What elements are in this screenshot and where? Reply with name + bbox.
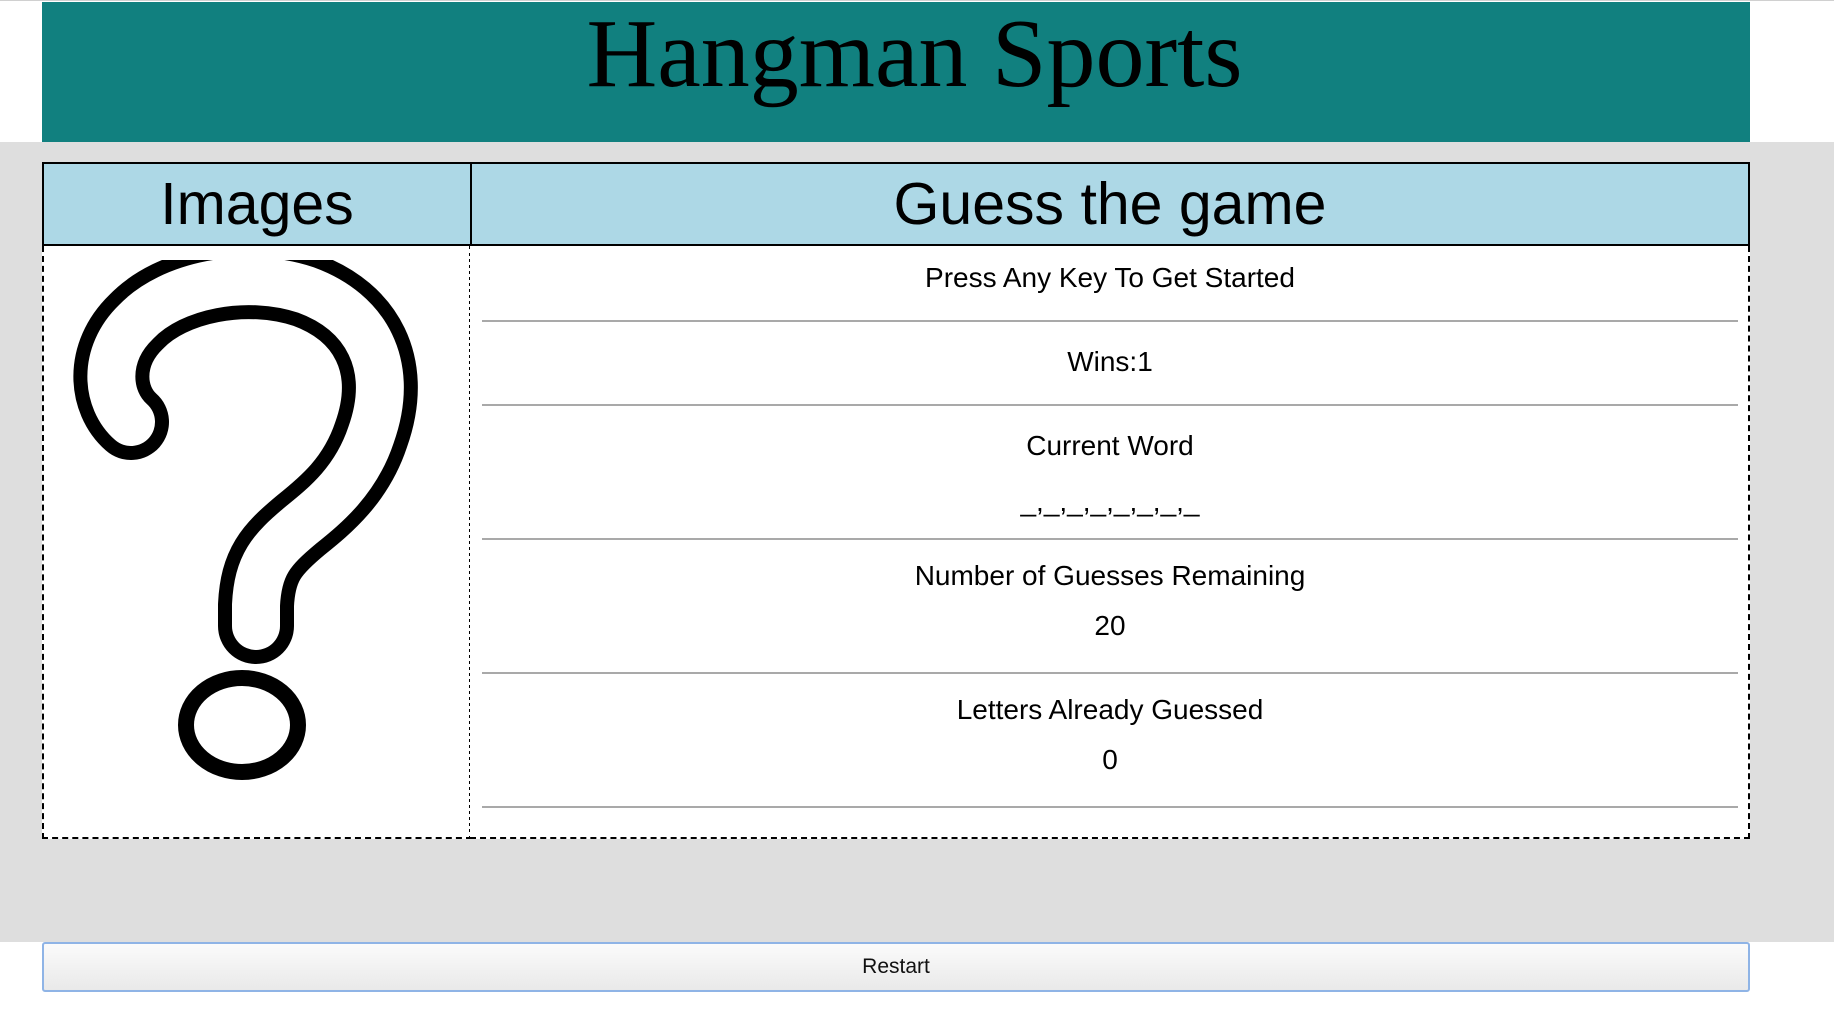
divider — [482, 538, 1738, 540]
divider — [482, 672, 1738, 674]
letters-guessed-label: Letters Already Guessed — [956, 694, 1264, 725]
divider — [482, 404, 1738, 406]
guesses-remaining-label: Number of Guesses Remaining — [914, 560, 1306, 591]
current-word-label: Current Word — [1026, 430, 1194, 461]
current-word-value: _,_,_,_,_,_,_,_ — [1020, 486, 1200, 517]
game-info-panel: Press Any Key To Get Started Wins:1 Curr… — [470, 246, 1750, 839]
images-panel — [42, 246, 472, 839]
page-title: Hangman Sports — [586, 0, 1243, 108]
letters-guessed-value: 0 — [1102, 744, 1118, 775]
guesses-remaining-value: 20 — [1094, 610, 1126, 641]
start-prompt: Press Any Key To Get Started — [925, 262, 1295, 293]
page-header: Hangman Sports — [42, 2, 1750, 142]
game-board: Images Guess the game Press Any Key To G… — [42, 162, 1750, 839]
question-mark-icon — [73, 260, 418, 780]
images-column-header: Images — [42, 162, 472, 246]
wins-counter: Wins:1 — [1067, 346, 1153, 377]
divider — [482, 806, 1738, 808]
guess-column-header: Guess the game — [470, 162, 1750, 246]
divider — [482, 320, 1738, 322]
restart-button[interactable]: Restart — [42, 942, 1750, 992]
